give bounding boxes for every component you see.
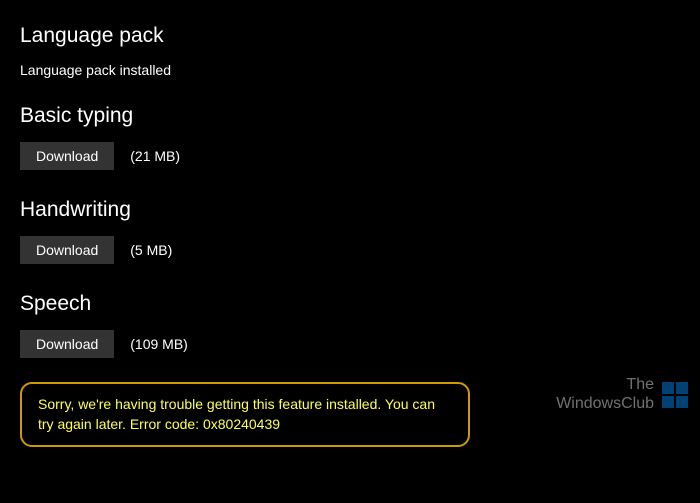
windows-logo-icon (662, 382, 688, 408)
basic-typing-row: Download (21 MB) (20, 142, 680, 170)
speech-heading: Speech (20, 292, 680, 316)
language-pack-heading: Language pack (20, 24, 680, 48)
speech-row: Download (109 MB) (20, 330, 680, 358)
watermark: The WindowsClub (556, 376, 688, 413)
speech-size: (109 MB) (130, 336, 188, 352)
watermark-line1: The (556, 376, 654, 394)
handwriting-row: Download (5 MB) (20, 236, 680, 264)
basic-typing-size: (21 MB) (130, 148, 180, 164)
error-message-text: Sorry, we're having trouble getting this… (38, 394, 452, 435)
basic-typing-download-button[interactable]: Download (20, 142, 114, 170)
handwriting-heading: Handwriting (20, 198, 680, 222)
handwriting-size: (5 MB) (130, 242, 172, 258)
error-message-box: Sorry, we're having trouble getting this… (20, 382, 470, 447)
watermark-line2: WindowsClub (556, 395, 654, 413)
watermark-text: The WindowsClub (556, 376, 654, 413)
basic-typing-heading: Basic typing (20, 104, 680, 128)
speech-download-button[interactable]: Download (20, 330, 114, 358)
handwriting-download-button[interactable]: Download (20, 236, 114, 264)
language-pack-status: Language pack installed (20, 62, 680, 78)
